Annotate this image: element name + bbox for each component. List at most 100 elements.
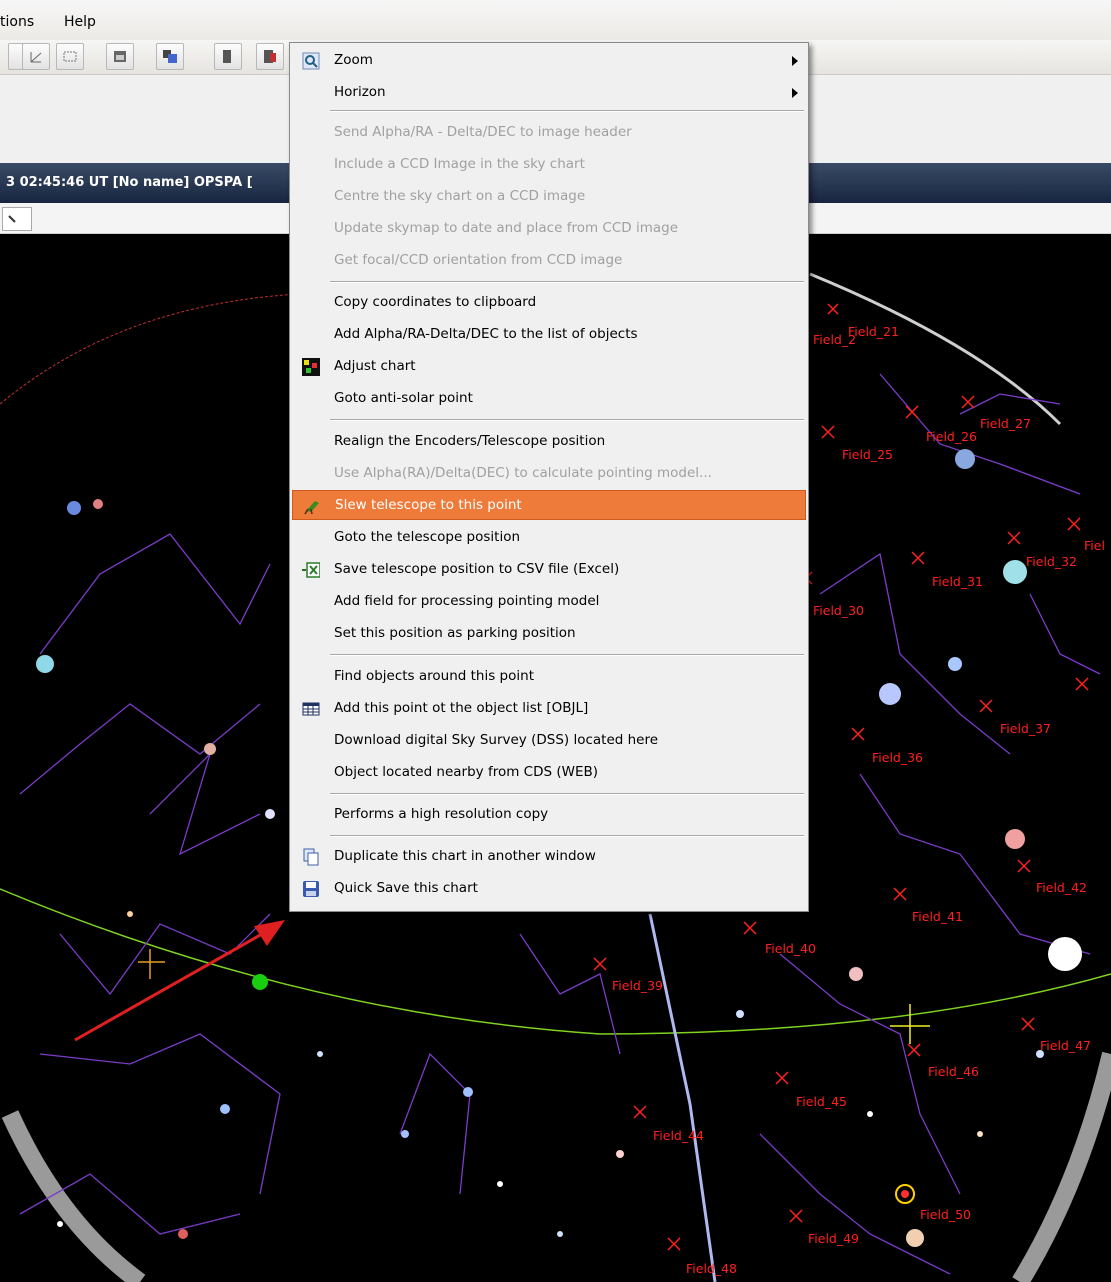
menu-item-label: Copy coordinates to clipboard bbox=[334, 294, 537, 310]
menu-item-high-resolution-copy[interactable]: Performs a high resolution copy bbox=[292, 800, 806, 830]
menu-item-label: Use Alpha(RA)/Delta(DEC) to calculate po… bbox=[334, 465, 712, 481]
menu-separator bbox=[330, 281, 804, 283]
menu-item-add-alpha-delta[interactable]: Add Alpha/RA-Delta/DEC to the list of ob… bbox=[292, 320, 806, 350]
menu-item-horizon[interactable]: Horizon bbox=[292, 78, 806, 108]
zoom-icon bbox=[302, 52, 320, 70]
page-icon bbox=[223, 50, 231, 63]
book-icon bbox=[264, 50, 276, 63]
field-label: Field_50 bbox=[920, 1207, 972, 1222]
context-menu: Zoom Horizon Send Alpha/RA - Delta/DEC t… bbox=[289, 42, 809, 912]
angle-tool-button[interactable] bbox=[22, 43, 50, 70]
menu-item-label: Centre the sky chart on a CCD image bbox=[334, 188, 586, 204]
angle-icon bbox=[30, 52, 42, 63]
menu-item-duplicate-chart[interactable]: Duplicate this chart in another window bbox=[292, 842, 806, 872]
menu-item-label: Save telescope position to CSV file (Exc… bbox=[334, 561, 620, 577]
menu-options[interactable]: tions bbox=[0, 14, 34, 30]
menu-item-include-ccd[interactable]: Include a CCD Image in the sky chart bbox=[292, 150, 806, 180]
menu-item-label: Send Alpha/RA - Delta/DEC to image heade… bbox=[334, 124, 632, 140]
book-tool-button[interactable] bbox=[256, 43, 284, 70]
menu-item-add-point-objl[interactable]: Add this point ot the object list [OBJL] bbox=[292, 694, 806, 724]
field-label: Field_44 bbox=[653, 1128, 705, 1143]
field-label: Field_36 bbox=[872, 750, 924, 765]
save-icon bbox=[303, 881, 319, 897]
menu-bar: tions Help bbox=[0, 0, 1111, 41]
menu-separator bbox=[330, 110, 804, 112]
chart-window-title: 3 02:45:46 UT [No name] OPSPA [ bbox=[6, 175, 253, 190]
submenu-arrow-icon bbox=[792, 88, 798, 98]
menu-item-quick-save[interactable]: Quick Save this chart bbox=[292, 874, 806, 904]
menu-item-adjust-chart[interactable]: Adjust chart bbox=[292, 352, 806, 382]
menu-item-send-to-header[interactable]: Send Alpha/RA - Delta/DEC to image heade… bbox=[292, 118, 806, 148]
menu-item-zoom[interactable]: Zoom bbox=[292, 46, 806, 76]
field-label: Field_21 bbox=[848, 324, 900, 339]
menu-item-goto-antisolar[interactable]: Goto anti-solar point bbox=[292, 384, 806, 414]
menu-item-label: Performs a high resolution copy bbox=[334, 806, 549, 822]
window-tool-button[interactable] bbox=[106, 43, 134, 70]
menu-item-label: Set this position as parking position bbox=[334, 625, 576, 641]
menu-item-update-skymap[interactable]: Update skymap to date and place from CCD… bbox=[292, 214, 806, 244]
field-label: Field_32 bbox=[1026, 554, 1078, 569]
ruler-icon bbox=[8, 215, 16, 223]
menu-item-download-dss[interactable]: Download digital Sky Survey (DSS) locate… bbox=[292, 726, 806, 756]
selection-rectangle-icon bbox=[63, 51, 77, 62]
menu-item-set-parking[interactable]: Set this position as parking position bbox=[292, 619, 806, 649]
menu-item-save-csv[interactable]: Save telescope position to CSV file (Exc… bbox=[292, 555, 806, 585]
menu-separator bbox=[330, 654, 804, 656]
menu-item-get-focal[interactable]: Get focal/CCD orientation from CCD image bbox=[292, 246, 806, 276]
window-icon bbox=[114, 51, 126, 62]
field-label: Field_39 bbox=[612, 978, 664, 993]
copy-tool-button[interactable] bbox=[156, 43, 184, 70]
menu-item-object-cds[interactable]: Object located nearby from CDS (WEB) bbox=[292, 758, 806, 788]
adjust-chart-icon bbox=[302, 358, 320, 376]
menu-separator bbox=[330, 793, 804, 795]
menu-item-realign-encoders[interactable]: Realign the Encoders/Telescope position bbox=[292, 427, 806, 457]
copy-icon bbox=[163, 50, 177, 63]
field-label: Field_49 bbox=[808, 1231, 860, 1246]
field-label: Field_47 bbox=[1040, 1038, 1092, 1053]
menu-item-slew-telescope[interactable]: Slew telescope to this point bbox=[292, 490, 806, 520]
page-tool-button[interactable] bbox=[214, 43, 242, 70]
menu-item-label: Adjust chart bbox=[334, 358, 416, 374]
menu-separator bbox=[330, 419, 804, 421]
field-label: Field_30 bbox=[813, 603, 865, 618]
menu-item-label: Duplicate this chart in another window bbox=[334, 848, 596, 864]
menu-item-centre-ccd[interactable]: Centre the sky chart on a CCD image bbox=[292, 182, 806, 212]
excel-icon bbox=[302, 562, 320, 578]
menu-item-label: Add this point ot the object list [OBJL] bbox=[334, 700, 589, 716]
duplicate-icon bbox=[303, 848, 319, 866]
menu-item-label: Update skymap to date and place from CCD… bbox=[334, 220, 678, 236]
field-label: Field_40 bbox=[765, 941, 817, 956]
ruler-tab[interactable] bbox=[2, 207, 32, 231]
menu-item-label: Quick Save this chart bbox=[334, 880, 478, 896]
menu-item-label: Add Alpha/RA-Delta/DEC to the list of ob… bbox=[334, 326, 638, 342]
menu-item-label: Realign the Encoders/Telescope position bbox=[334, 433, 606, 449]
menu-item-label: Include a CCD Image in the sky chart bbox=[334, 156, 585, 172]
field-label: Field_45 bbox=[796, 1094, 848, 1109]
menu-item-add-field[interactable]: Add field for processing pointing model bbox=[292, 587, 806, 617]
field-label: Field_42 bbox=[1036, 880, 1088, 895]
menu-separator bbox=[330, 835, 804, 837]
menu-item-copy-coordinates[interactable]: Copy coordinates to clipboard bbox=[292, 288, 806, 318]
selection-tool-button[interactable] bbox=[56, 43, 84, 70]
menu-help[interactable]: Help bbox=[64, 14, 96, 30]
menu-item-label: Goto anti-solar point bbox=[334, 390, 473, 406]
menu-item-use-alpha-pointing[interactable]: Use Alpha(RA)/Delta(DEC) to calculate po… bbox=[292, 459, 806, 489]
field-label: Field_26 bbox=[926, 429, 978, 444]
submenu-arrow-icon bbox=[792, 56, 798, 66]
field-label: Field_48 bbox=[686, 1261, 738, 1276]
field-label: Field_25 bbox=[842, 447, 894, 462]
menu-item-label: Zoom bbox=[334, 52, 373, 68]
field-label: Field_31 bbox=[932, 574, 984, 589]
menu-item-label: Slew telescope to this point bbox=[335, 497, 522, 513]
menu-item-goto-telescope[interactable]: Goto the telescope position bbox=[292, 523, 806, 553]
telescope-icon bbox=[304, 501, 319, 515]
field-label: Fiel bbox=[1084, 538, 1105, 553]
menu-item-label: Goto the telescope position bbox=[334, 529, 521, 545]
menu-item-label: Object located nearby from CDS (WEB) bbox=[334, 764, 599, 780]
menu-item-find-objects[interactable]: Find objects around this point bbox=[292, 662, 806, 692]
menu-item-label: Get focal/CCD orientation from CCD image bbox=[334, 252, 623, 268]
field-label: Field_41 bbox=[912, 909, 964, 924]
table-icon bbox=[302, 702, 320, 716]
field-label: Field_37 bbox=[1000, 721, 1052, 736]
field-label: Field_27 bbox=[980, 416, 1032, 431]
